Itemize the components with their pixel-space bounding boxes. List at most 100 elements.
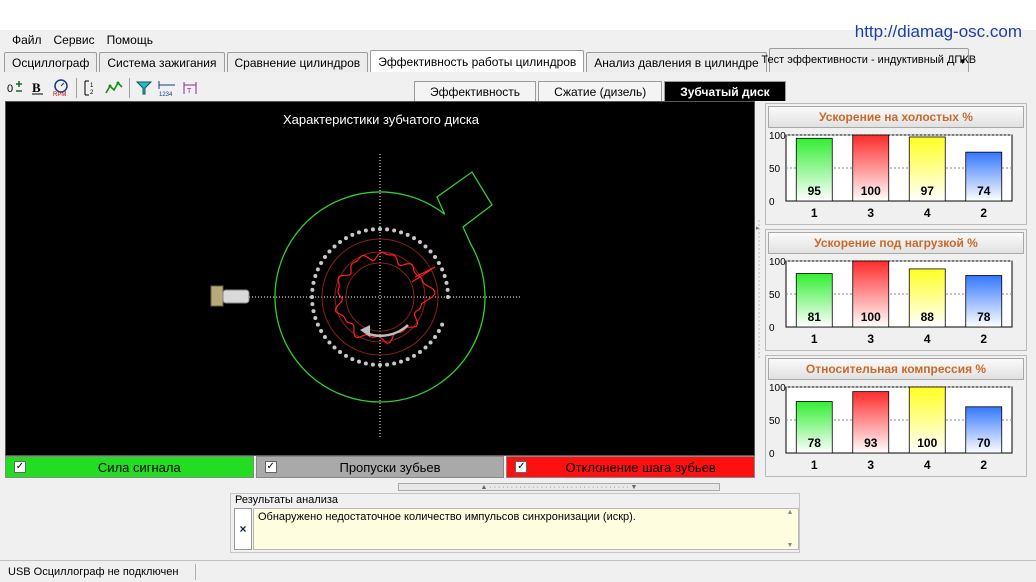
chart-title[interactable]: Относительная компрессия % (768, 358, 1024, 380)
close-button[interactable]: × (234, 508, 252, 550)
legend-missing-teeth[interactable]: ✓ Пропуски зубьев (255, 456, 505, 478)
bar-value-label: 70 (977, 436, 991, 450)
tooth-dot (436, 261, 441, 265)
bar-value-label: 78 (977, 310, 991, 324)
tooth-dot (440, 267, 445, 272)
legend-bar: ✓ Сила сигнала ✓ Пропуски зубьев ✓ Откло… (5, 456, 756, 478)
numbering-icon[interactable]: 1234 (156, 77, 178, 99)
checkbox-icon[interactable]: ✓ (14, 461, 26, 473)
tab-ignition[interactable]: Система зажигания (99, 52, 225, 72)
sensor-body (222, 289, 250, 304)
checkbox-icon[interactable]: ✓ (515, 461, 528, 473)
tab-efficiency-test[interactable]: Тест эффективности - индуктивный ДПКВ (761, 48, 976, 72)
marker-icon[interactable]: T (179, 77, 201, 99)
tooth-dot (313, 273, 318, 278)
menu-help[interactable]: Помощь (101, 33, 159, 47)
toothed-disk-panel: Характеристики зубчатого диска (5, 101, 755, 456)
checkbox-icon[interactable]: ✓ (264, 461, 277, 473)
toolbar-separator (76, 78, 77, 98)
scroll-up-icon[interactable]: ▲ (787, 509, 794, 516)
tooth-dot (412, 236, 416, 241)
legend-tooth-pitch-deviation[interactable]: ✓ Отклонение шага зубьев (506, 456, 756, 478)
bar-value-label: 81 (808, 310, 822, 324)
status-bar: USB Осциллограф не подключен (0, 560, 1036, 582)
sensor-icon (210, 285, 250, 307)
rpm-icon[interactable]: RPM (50, 77, 72, 99)
tooth-dot (310, 295, 314, 299)
tooth-dot (378, 363, 382, 367)
results-scrollbar[interactable]: ▲ ▼ (782, 509, 798, 549)
tooth-dot (344, 236, 348, 241)
toolbar: 0 B RPM 12 1234 T (4, 73, 404, 103)
category-label: 4 (924, 332, 931, 346)
bar-value-label: 78 (808, 436, 822, 450)
tab-pressure-analysis[interactable]: Анализ давления в цилиндре (586, 52, 767, 72)
legend-label: Пропуски зубьев (339, 459, 441, 475)
subtab-compression[interactable]: Сжатие (дизель) (538, 81, 663, 101)
waveform-icon[interactable] (103, 77, 125, 99)
subtab-label: Зубчатый диск (680, 84, 770, 99)
tooth-dot (350, 232, 355, 237)
tooth-dot (446, 295, 450, 299)
category-label: 3 (867, 332, 874, 346)
tab-label: Тест эффективности - индуктивный ДПКВ (761, 54, 977, 66)
y-tick-label: 100 (769, 257, 786, 268)
tab-label: Анализ давления в цилиндре (594, 55, 759, 70)
tooth-dot (322, 255, 327, 260)
bar-value-label: 88 (921, 310, 935, 324)
tab-cylinder-compare[interactable]: Сравнение цилиндров (226, 52, 369, 72)
guide-circle (345, 262, 415, 332)
svg-text:2: 2 (90, 90, 94, 96)
y-tick-label: 100 (769, 383, 786, 394)
category-label: 4 (924, 458, 931, 472)
y-tick-label: 50 (769, 416, 781, 427)
results-textbox[interactable]: Обнаружено недостаточное количество импу… (253, 508, 799, 550)
tooth-dot (428, 249, 433, 254)
subtab-label: Эффективность (430, 84, 521, 99)
tooth-dot (423, 345, 428, 350)
tooth-dot (370, 227, 375, 232)
legend-label: Отклонение шага зубьев (565, 459, 716, 475)
tooth-dot (417, 350, 422, 355)
horizontal-splitter[interactable]: ▲ · · · · · · · · · · · · · · · · · · · … (398, 483, 720, 491)
tooth-dot (363, 361, 368, 366)
filter-icon[interactable] (133, 77, 155, 99)
svg-text:T: T (187, 88, 192, 95)
subtab-efficiency[interactable]: Эффективность (414, 81, 537, 101)
category-label: 2 (980, 206, 987, 220)
tabs-dropdown-icon[interactable]: ▼ (959, 57, 967, 66)
svg-text:0: 0 (7, 83, 13, 95)
y-tick-label: 50 (769, 164, 781, 175)
bold-icon[interactable]: B (27, 77, 49, 99)
tooth-dot (440, 322, 445, 327)
tooth-dot (444, 280, 449, 285)
tooth-dot (445, 287, 450, 292)
scroll-down-icon[interactable]: ▼ (787, 542, 794, 549)
chart-title[interactable]: Ускорение на холостых % (768, 106, 1024, 128)
tooth-dot (423, 244, 428, 249)
tooth-dot (319, 261, 324, 265)
tab-label: Осциллограф (12, 55, 90, 70)
svg-text:B: B (32, 80, 41, 95)
tooth-dot (311, 280, 316, 285)
tooth-dot (370, 362, 375, 367)
tooth-dot (310, 302, 315, 307)
legend-signal-strength[interactable]: ✓ Сила сигнала (5, 456, 254, 478)
tooth-dot (385, 362, 390, 367)
tab-oscilloscope[interactable]: Осциллограф (4, 52, 98, 72)
tab-cylinder-efficiency[interactable]: Эффективность работы цилиндров (370, 50, 585, 72)
tooth-dot (392, 361, 397, 366)
menu-file[interactable]: Файл (6, 33, 48, 47)
scale-icon[interactable]: 0 (4, 77, 26, 99)
chart-title[interactable]: Ускорение под нагрузкой % (768, 232, 1024, 254)
menu-service[interactable]: Сервис (48, 33, 101, 47)
subtab-toothed-disk[interactable]: Зубчатый диск (664, 81, 786, 101)
vertical-splitter[interactable]: ▸ (755, 220, 763, 360)
tooth-dot (350, 357, 355, 362)
tooth-dot (313, 316, 318, 321)
bar-value-label: 100 (861, 184, 881, 198)
tooth-dot (315, 267, 320, 272)
tooth-dot (436, 329, 441, 333)
legend-label: Сила сигнала (97, 459, 181, 475)
cursor-icon[interactable]: 12 (80, 77, 102, 99)
